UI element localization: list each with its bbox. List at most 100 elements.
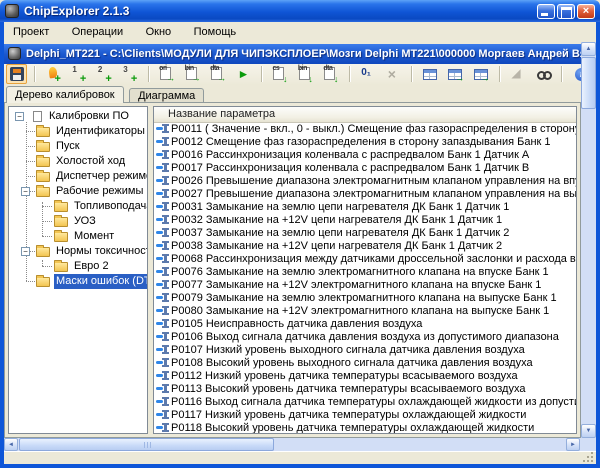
parameter-icon [156, 163, 169, 172]
list-item[interactable]: P0077 Замыкание на +12V электромагнитног… [154, 279, 576, 292]
save-button[interactable] [6, 64, 27, 84]
import-dta-button[interactable]: dta↓ [320, 64, 341, 84]
list-item[interactable]: P0026 Превышение диапазона электромагнит… [154, 175, 576, 188]
cross-icon: × [388, 66, 396, 82]
menu-help[interactable]: Помощь [185, 22, 246, 42]
close-button[interactable]: × [577, 4, 595, 19]
tab-diagram[interactable]: Диаграмма [129, 88, 204, 103]
scroll-up-icon[interactable]: ▲ [581, 42, 596, 56]
import-cs-button[interactable]: cs↓ [269, 64, 290, 84]
list-item[interactable]: P0031 Замыкание на землю цепи нагревател… [154, 201, 576, 214]
export-bin-button[interactable]: bin→ [182, 64, 203, 84]
export-dta-button[interactable]: dta→ [207, 64, 228, 84]
button-label: dta [323, 65, 332, 72]
list-item[interactable]: P0107 Низкий уровень выходного сигнала д… [154, 344, 576, 357]
tree-item-idle[interactable]: Холостой ход [9, 154, 147, 169]
mdi-area: Delphi_MT221 - C:\Clients\МОДУЛИ ДЛЯ ЧИП… [4, 42, 596, 464]
tree-item-root[interactable]: − Калибровки ПО [9, 109, 147, 124]
list-item[interactable]: P0011 ( Значение - вкл., 0 - выкл.) Смещ… [154, 123, 576, 136]
list-item[interactable]: P0118 Высокий уровень датчика температур… [154, 422, 576, 433]
table-button[interactable] [420, 64, 441, 84]
list-item[interactable]: P0037 Замыкание на землю цепи нагревател… [154, 227, 576, 240]
tree-item-uoz[interactable]: УОЗ [9, 214, 147, 229]
list-item[interactable]: P0016 Рассинхронизация коленвала с распр… [154, 149, 576, 162]
tree-item-start[interactable]: Пуск [9, 139, 147, 154]
list-item[interactable]: P0068 Рассинхронизация между датчиками д… [154, 253, 576, 266]
tree-item-label: Идентификаторы [54, 124, 147, 139]
list-item[interactable]: P0112 Низкий уровень датчика температуры… [154, 370, 576, 383]
minimize-button[interactable] [537, 4, 555, 19]
tree-item-euro2[interactable]: Евро 2 [9, 259, 147, 274]
list-item[interactable]: P0027 Превышение диапазона электромагнит… [154, 188, 576, 201]
tree-item-dtc-masks[interactable]: Маски ошибок (DTC) [9, 274, 147, 289]
search-button[interactable] [533, 64, 554, 84]
document-title-bar[interactable]: Delphi_MT221 - C:\Clients\МОДУЛИ ДЛЯ ЧИП… [4, 44, 581, 64]
column-header[interactable]: Название параметра [154, 107, 576, 123]
tree-item-label: УОЗ [72, 214, 98, 229]
horizontal-scrollbar-thumb[interactable] [19, 438, 274, 451]
table-export-2-button[interactable]: → [471, 64, 492, 84]
collapse-icon[interactable]: − [15, 112, 24, 121]
tree-item-label: Нормы токсичности [54, 244, 148, 259]
list-item[interactable]: P0116 Выход сигнала датчика температуры … [154, 396, 576, 409]
import-bin-button[interactable]: bin↓ [295, 64, 316, 84]
folder-icon [36, 187, 50, 197]
list-item[interactable]: P0113 Высокий уровень датчика температур… [154, 383, 576, 396]
tree-item-mode-dispatcher[interactable]: Диспетчер режимов [9, 169, 147, 184]
tab-calibration-tree[interactable]: Дерево калибровок [6, 86, 124, 103]
run-export-button[interactable]: ► [233, 64, 254, 84]
new-calibration-button[interactable]: + [43, 64, 64, 84]
tree-item-working-modes[interactable]: − Рабочие режимы [9, 184, 147, 199]
folder-icon [36, 157, 50, 167]
slope-button[interactable]: ◢ [507, 64, 528, 84]
list-item[interactable]: P0038 Замыкание на +12V цепи нагревателя… [154, 240, 576, 253]
menu-project[interactable]: Проект [4, 22, 58, 42]
scroll-left-icon[interactable]: ◄ [4, 438, 18, 451]
button-label: bin [298, 65, 307, 72]
collapse-icon[interactable]: − [21, 187, 30, 196]
export-ori-button[interactable]: ori→ [156, 64, 177, 84]
list-item[interactable]: P0080 Замыкание на +12V электромагнитног… [154, 305, 576, 318]
resize-grip[interactable] [583, 452, 594, 463]
add-map-1-button[interactable]: 1+ [68, 64, 89, 84]
list-item[interactable]: P0106 Выход сигнала датчика давления воз… [154, 331, 576, 344]
menu-operations[interactable]: Операции [63, 22, 132, 42]
vertical-scrollbar[interactable]: ▲ ▼ [581, 42, 596, 438]
tree-item-identifiers[interactable]: Идентификаторы [9, 124, 147, 139]
list-item[interactable]: P0108 Высокий уровень выходного сигнала … [154, 357, 576, 370]
horizontal-scrollbar[interactable]: ◄ ► [4, 438, 596, 451]
list-item[interactable]: P0076 Замыкание на землю электромагнитно… [154, 266, 576, 279]
title-bar[interactable]: ChipExplorer 2.1.3 × [0, 0, 600, 22]
add-map-3-button[interactable]: 3+ [119, 64, 140, 84]
tree-item-fuel-supply[interactable]: Топливоподача [9, 199, 147, 214]
parameter-label: P0107 Низкий уровень выходного сигнала д… [171, 344, 525, 356]
list-item[interactable]: P0012 Смещение фаз газораспределения в с… [154, 136, 576, 149]
menu-window[interactable]: Окно [137, 22, 181, 42]
parameter-icon [156, 358, 169, 367]
scroll-right-icon[interactable]: ► [566, 438, 580, 451]
button-label: cs [272, 65, 279, 72]
tree-item-emission-norms[interactable]: − Нормы токсичности [9, 244, 147, 259]
maximize-button[interactable] [557, 4, 575, 19]
list-item[interactable]: P0032 Замыкание на +12V цепи нагревателя… [154, 214, 576, 227]
binary-view-button[interactable]: 0₁ [357, 64, 378, 84]
parameter-label: P0017 Рассинхронизация коленвала с распр… [171, 162, 529, 174]
table-export-1-button[interactable]: → [445, 64, 466, 84]
vertical-scrollbar-thumb[interactable] [581, 57, 596, 109]
list-item[interactable]: P0079 Замыкание на землю электромагнитно… [154, 292, 576, 305]
window-controls: × [537, 4, 595, 19]
parameter-icon [156, 332, 169, 341]
list-item[interactable]: P0105 Неисправность датчика давления воз… [154, 318, 576, 331]
button-label: 2 [98, 65, 102, 74]
scroll-down-icon[interactable]: ▼ [581, 424, 596, 438]
parameter-label: P0108 Высокий уровень выходного сигнала … [171, 357, 533, 369]
list-item[interactable]: P0017 Рассинхронизация коленвала с распр… [154, 162, 576, 175]
delete-button[interactable]: × [383, 64, 404, 84]
arrow-down-icon: ↓ [308, 75, 313, 84]
parameter-label: P0105 Неисправность датчика давления воз… [171, 318, 422, 330]
add-map-2-button[interactable]: 2+ [94, 64, 115, 84]
collapse-icon[interactable]: − [21, 247, 30, 256]
list-item[interactable]: P0117 Низкий уровень датчика температуры… [154, 409, 576, 422]
tree-item-torque[interactable]: Момент [9, 229, 147, 244]
folder-icon [36, 172, 50, 182]
